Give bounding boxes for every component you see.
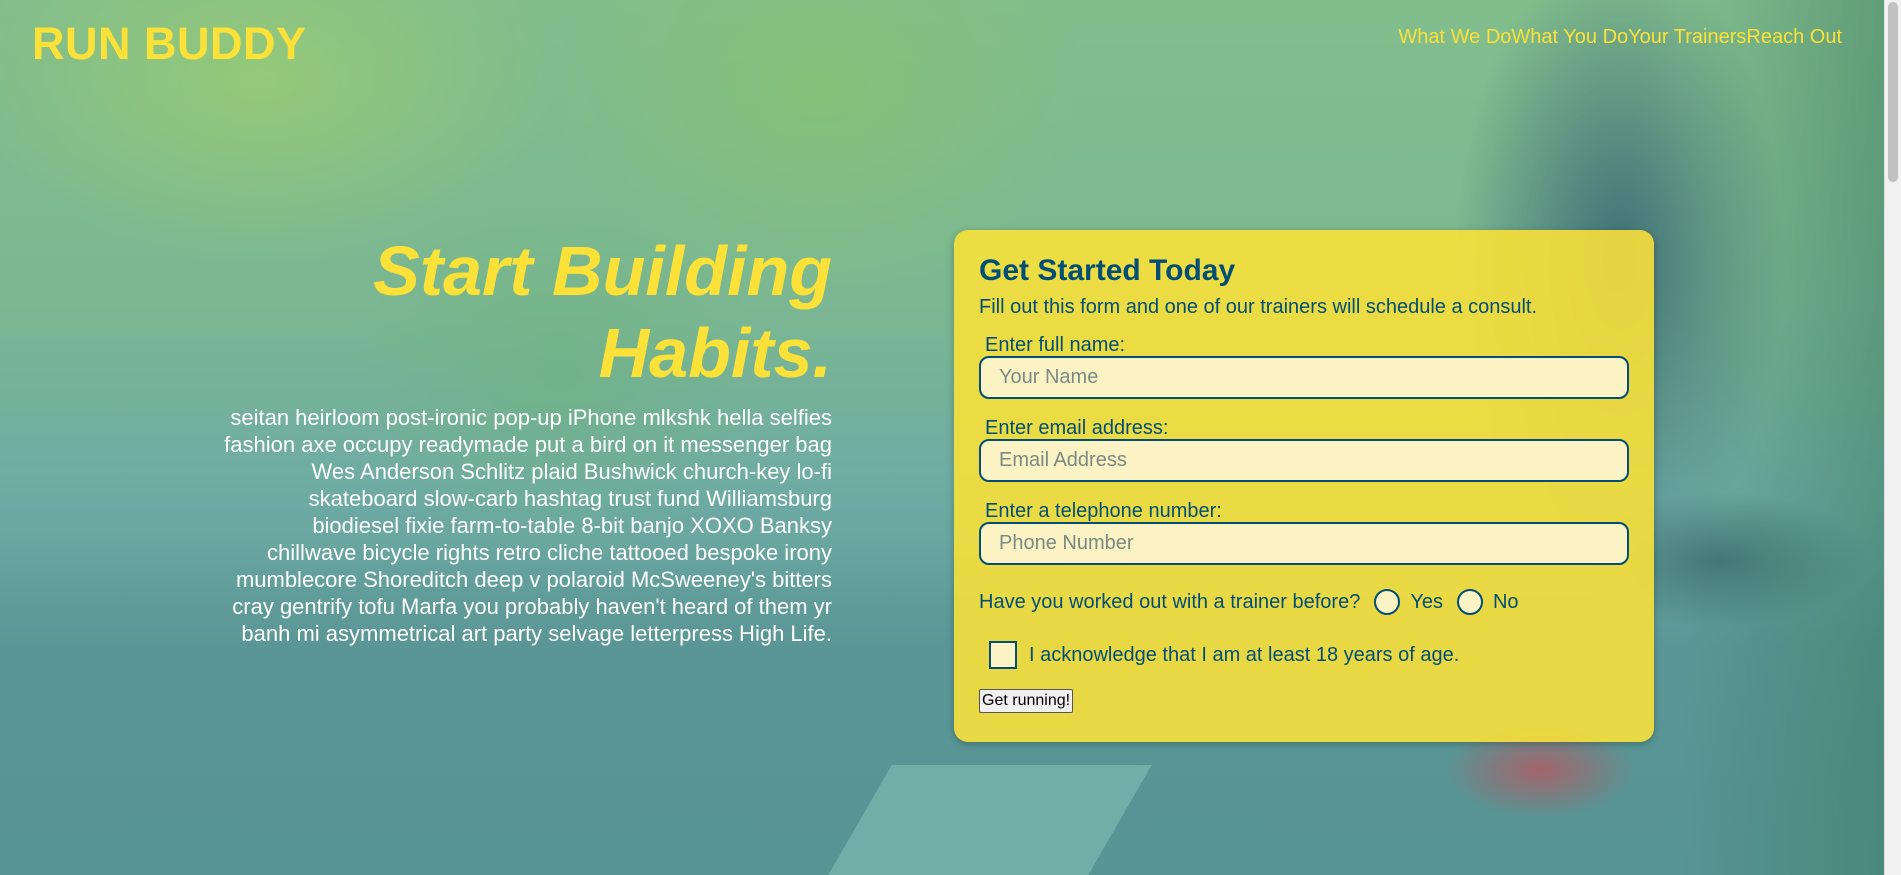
age-ack-row: I acknowledge that I am at least 18 year… bbox=[979, 639, 1629, 671]
phone-input[interactable] bbox=[979, 522, 1629, 565]
radio-yes-label: Yes bbox=[1410, 590, 1443, 613]
age-ack-label: I acknowledge that I am at least 18 year… bbox=[1029, 643, 1460, 666]
name-label: Enter full name: bbox=[985, 334, 1126, 356]
site-logo[interactable]: RUN BUDDY bbox=[32, 18, 307, 70]
page: RUN BUDDY What We Do What You Do Your Tr… bbox=[0, 0, 1901, 875]
signup-form-card: Get Started Today Fill out this form and… bbox=[954, 230, 1654, 742]
phone-field-group: Enter a telephone number: bbox=[979, 500, 1629, 565]
email-label: Enter email address: bbox=[985, 417, 1169, 439]
form-title: Get Started Today bbox=[979, 254, 1236, 287]
vertical-scrollbar[interactable] bbox=[1884, 0, 1901, 875]
email-input[interactable] bbox=[979, 439, 1629, 482]
name-field-group: Enter full name: bbox=[979, 334, 1629, 399]
form-subtitle: Fill out this form and one of our traine… bbox=[979, 296, 1538, 318]
hero-title-line1: Start Building bbox=[373, 232, 832, 310]
submit-button[interactable]: Get running! bbox=[979, 689, 1074, 713]
name-input[interactable] bbox=[979, 356, 1629, 399]
radio-yes[interactable] bbox=[1374, 589, 1401, 615]
nav-link-your-trainers[interactable]: Your Trainers bbox=[1628, 26, 1746, 49]
nav-link-what-we-do[interactable]: What We Do bbox=[1398, 26, 1511, 49]
site-header: RUN BUDDY What We Do What You Do Your Tr… bbox=[0, 0, 1901, 90]
phone-label: Enter a telephone number: bbox=[985, 500, 1222, 522]
email-field-group: Enter email address: bbox=[979, 417, 1629, 482]
nav-link-reach-out[interactable]: Reach Out bbox=[1746, 26, 1842, 49]
scrollbar-thumb[interactable] bbox=[1888, 2, 1898, 182]
hero-copy: seitan heirloom post-ironic pop-up iPhon… bbox=[224, 405, 832, 646]
hero-title: Start Building Habits. bbox=[220, 230, 832, 394]
main-nav: What We Do What You Do Your Trainers Rea… bbox=[1398, 26, 1842, 49]
hero-title-line2: Habits. bbox=[598, 314, 832, 392]
trainer-question-row: Have you worked out with a trainer befor… bbox=[979, 587, 1629, 617]
nav-link-what-you-do[interactable]: What You Do bbox=[1511, 26, 1628, 49]
age-ack-checkbox[interactable] bbox=[989, 641, 1017, 669]
radio-no[interactable] bbox=[1456, 589, 1483, 615]
hero-intro: Start Building Habits. seitan heirloom p… bbox=[220, 230, 832, 647]
radio-no-label: No bbox=[1492, 590, 1519, 613]
trainer-question-label: Have you worked out with a trainer befor… bbox=[979, 590, 1361, 613]
